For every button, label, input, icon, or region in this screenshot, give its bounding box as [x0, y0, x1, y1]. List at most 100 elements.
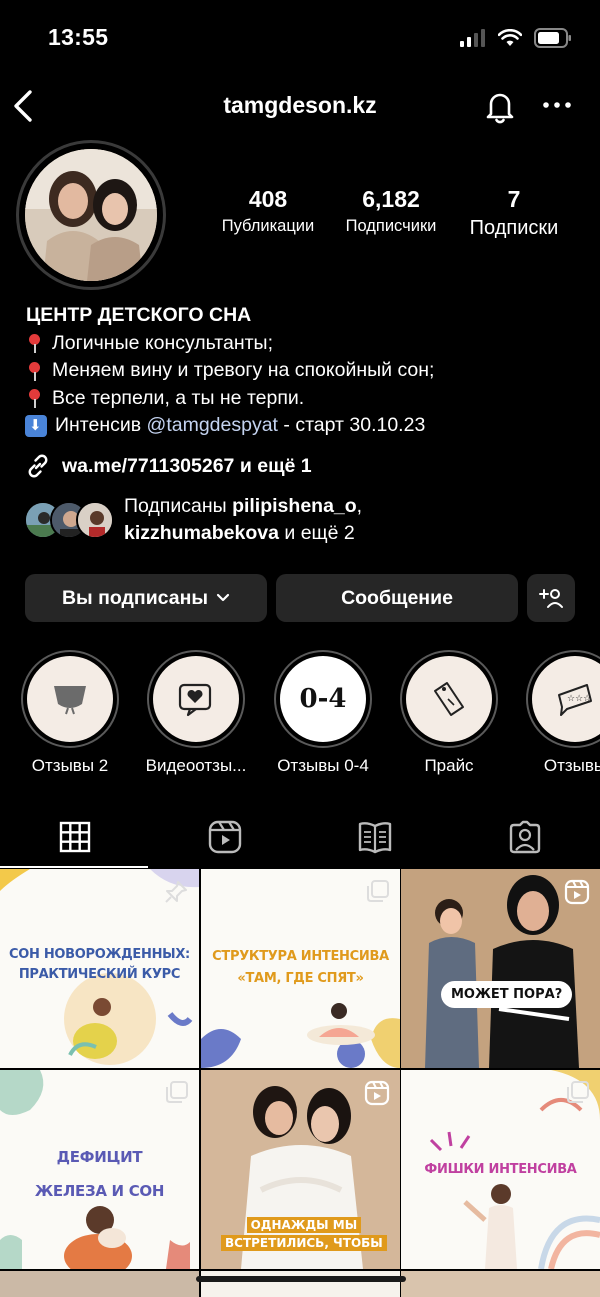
post-tile[interactable]: ОДНАЖДЫ МЫ ВСТРЕТИЛИСЬ, ЧТОБЫ: [201, 1070, 400, 1269]
mutual-followers[interactable]: Подписаны pilipishena_o, kizzhumabekova …: [24, 493, 362, 547]
post-tile[interactable]: [201, 1271, 400, 1297]
bio-line-text: Логичные консультанты;: [52, 331, 273, 354]
bio-link-text: wa.me/7711305267 и ещё 1: [62, 454, 312, 477]
post-tile[interactable]: СТРУКТУРА ИНТЕНСИВА «ТАМ, ГДЕ СПЯТ»: [201, 869, 400, 1068]
post-caption-line: СТРУКТУРА ИНТЕНСИВА: [212, 949, 389, 964]
highlight-cover-text: 0-4: [299, 684, 347, 714]
link-icon: [28, 454, 48, 478]
followers-count-value: 6,182: [362, 186, 420, 212]
cellular-signal-icon: [460, 29, 485, 47]
story-highlight[interactable]: ☆☆☆ Отзывы: [520, 650, 600, 776]
down-arrow-icon: [25, 414, 47, 437]
battery-icon: [534, 28, 571, 48]
mutual-suffix: и ещё 2: [278, 522, 355, 544]
grid-icon: [59, 821, 91, 852]
following-button-label: Вы подписаны: [61, 586, 209, 609]
mutual-followers-text: Подписаны pilipishena_o, kizzhumabekova …: [124, 493, 362, 547]
bio-line: Логичные консультанты;: [26, 330, 586, 358]
reels-icon: [208, 820, 242, 853]
post-caption-line: «ТАМ, ГДЕ СПЯТ»: [237, 971, 364, 986]
mutual-user-2: kizzhumabekova: [124, 522, 279, 544]
post-caption: СОН НОВОРОЖДЕННЫХ: ПРАКТИЧЕСКИЙ КУРС: [0, 947, 199, 988]
story-highlight[interactable]: Отзывы 2: [15, 650, 125, 776]
post-caption-line: СОН НОВОРОЖДЕННЫХ:: [9, 947, 190, 962]
suggested-users-button[interactable]: [527, 574, 575, 622]
book-icon: [358, 821, 392, 853]
review-stars-icon: ☆☆☆: [558, 684, 592, 716]
chevron-down-icon: [216, 593, 230, 602]
status-icons: [460, 28, 572, 48]
post-tile[interactable]: ДЕФИЦИТ ЖЕЛЕЗА И СОН: [0, 1070, 199, 1269]
avatar: [76, 501, 114, 539]
bio-line-intensive: Интенсив @tamgdespyat - старт 30.10.23: [25, 412, 586, 440]
profile-tabs: [0, 805, 600, 868]
profile-avatar-ring[interactable]: [16, 140, 166, 290]
tab-tagged[interactable]: [450, 805, 600, 868]
highlight-cover: ☆☆☆: [532, 656, 600, 742]
highlight-label: Отзывы 2: [31, 756, 109, 775]
highlight-cover: [406, 656, 492, 742]
post-caption-line: ДЕФИЦИТ: [56, 1148, 143, 1166]
status-time: 13:55: [48, 24, 109, 50]
post-caption-line: ОДНАЖДЫ МЫ: [246, 1217, 362, 1233]
intensive-mention-link[interactable]: @tamgdespyat: [147, 412, 278, 440]
wifi-icon: [498, 29, 522, 46]
avatar: [25, 149, 157, 281]
post-tile[interactable]: ФИШКИ ИНТЕНСИВА: [401, 1070, 600, 1269]
story-highlight[interactable]: Видеоотзы...: [141, 650, 251, 776]
tab-guides[interactable]: [300, 805, 450, 868]
post-tile[interactable]: СОН НОВОРОЖДЕННЫХ: ПРАКТИЧЕСКИЙ КУРС: [0, 869, 199, 1068]
bell-icon: [486, 93, 514, 124]
post-caption-line: ВСТРЕТИЛИСЬ, ЧТОБЫ: [221, 1235, 387, 1251]
status-bar: 13:55: [0, 0, 600, 78]
post-tile[interactable]: [401, 1271, 600, 1297]
carousel-icon: [367, 880, 389, 902]
posts-count-label: Публикации: [221, 217, 315, 235]
bio-line: Меняем вину и тревогу на спокойный сон;: [26, 357, 586, 385]
post-caption-line: МОЖЕТ ПОРА?: [451, 987, 563, 1002]
post-caption: ДЕФИЦИТ ЖЕЛЕЗА И СОН: [0, 1140, 199, 1208]
message-button[interactable]: Сообщение: [276, 574, 518, 622]
followers-count[interactable]: 6,182 Подписчики: [334, 186, 448, 236]
notifications-button[interactable]: [482, 88, 518, 124]
add-person-icon: [539, 589, 563, 608]
highlight-label: Видеоотзы...: [145, 756, 247, 775]
following-count-label: Подписки: [469, 217, 559, 239]
tab-posts-grid[interactable]: [0, 805, 150, 868]
profile-bio: ЦЕНТР ДЕТСКОГО СНА Логичные консультанты…: [25, 302, 586, 440]
intensive-prefix: Интенсив: [55, 414, 147, 436]
posts-count[interactable]: 408 Публикации: [212, 186, 324, 236]
carousel-icon: [166, 1081, 188, 1103]
followers-count-label: Подписчики: [345, 217, 437, 235]
following-count-value: 7: [507, 186, 521, 212]
highlight-cover: [153, 656, 239, 742]
more-options-button[interactable]: [540, 92, 574, 118]
intensive-suffix: - старт 30.10.23: [277, 414, 426, 436]
active-tab-indicator: [0, 866, 148, 868]
home-indicator[interactable]: [196, 1276, 406, 1282]
bio-line-text: Меняем вину и тревогу на спокойный сон;: [52, 359, 435, 381]
mutual-separator: ,: [356, 495, 363, 517]
post-tile[interactable]: МОЖЕТ ПОРА?: [401, 869, 600, 1068]
bio-link[interactable]: wa.me/7711305267 и ещё 1: [24, 452, 312, 480]
highlight-label: Прайс: [424, 756, 474, 775]
posts-count-value: 408: [248, 186, 288, 212]
story-highlight[interactable]: 0-4 Отзывы 0-4: [268, 650, 378, 776]
pushpin-icon: [24, 331, 46, 355]
price-tag-icon: [434, 682, 464, 716]
highlight-cover: [27, 656, 113, 742]
following-count[interactable]: 7 Подписки: [460, 186, 568, 240]
post-caption: ОДНАЖДЫ МЫ ВСТРЕТИЛИСЬ, ЧТОБЫ: [221, 1216, 387, 1252]
bio-line: Все терпели, а ты не терпи.: [26, 385, 586, 413]
mutual-prefix: Подписаны: [124, 495, 233, 517]
story-highlight[interactable]: Прайс: [394, 650, 504, 776]
post-tile[interactable]: [0, 1271, 199, 1297]
following-button[interactable]: Вы подписаны: [25, 574, 267, 622]
message-button-label: Сообщение: [341, 586, 453, 609]
tab-reels[interactable]: [150, 805, 300, 868]
pushpin-icon: [24, 386, 46, 410]
pushpin-icon: [24, 359, 46, 383]
svg-text:☆☆☆: ☆☆☆: [567, 694, 591, 704]
reels-icon: [364, 1080, 390, 1106]
post-caption-line: ПРАКТИЧЕСКИЙ КУРС: [18, 967, 181, 982]
